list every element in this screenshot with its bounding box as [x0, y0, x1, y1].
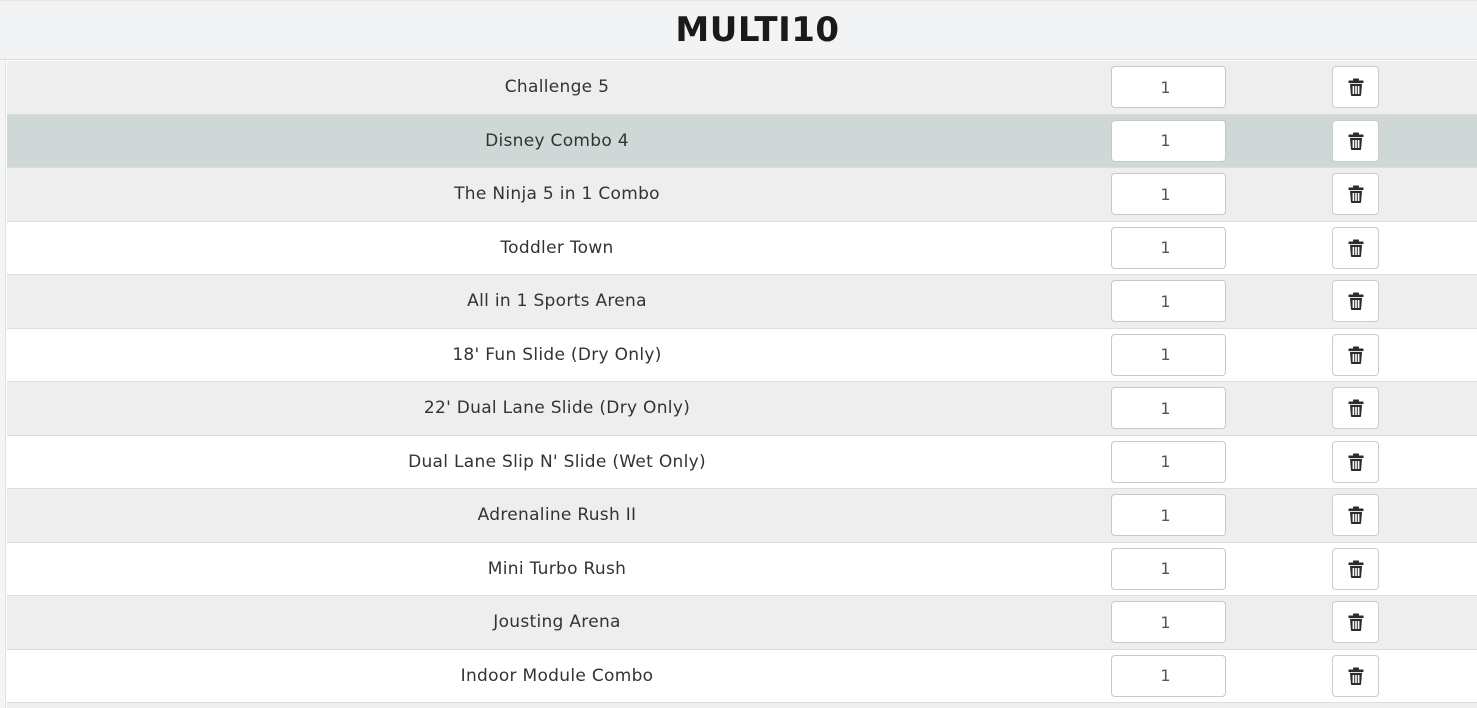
trash-icon: [1348, 292, 1364, 310]
page-title: MULTI10: [675, 10, 840, 50]
item-name: Disney Combo 4: [485, 130, 629, 151]
list-item: Challenge 5: [7, 61, 1477, 115]
list-item: 22' Dual Lane Slide (Dry Only): [7, 382, 1477, 436]
item-name: The Ninja 5 in 1 Combo: [454, 184, 660, 205]
delete-button[interactable]: [1332, 654, 1379, 697]
trash-icon: [1348, 346, 1364, 364]
quantity-input[interactable]: [1111, 654, 1226, 697]
quantity-input[interactable]: [1111, 119, 1226, 162]
left-edge-divider: [0, 60, 6, 708]
item-name: All in 1 Sports Arena: [467, 291, 647, 312]
list-item: The Ninja 5 in 1 Combo: [7, 168, 1477, 222]
delete-button[interactable]: [1332, 173, 1379, 215]
delete-button[interactable]: [1332, 547, 1379, 590]
quantity-input[interactable]: [1111, 173, 1226, 215]
list-item: Toddler Town: [7, 221, 1477, 275]
delete-button[interactable]: [1332, 119, 1379, 162]
quantity-input[interactable]: [1111, 280, 1226, 322]
delete-button[interactable]: [1332, 387, 1379, 429]
item-name: Jousting Arena: [493, 612, 621, 633]
trash-icon: [1348, 132, 1364, 150]
quantity-input[interactable]: [1111, 387, 1226, 429]
next-row-edge: [7, 703, 1477, 708]
item-name: Dual Lane Slip N' Slide (Wet Only): [408, 451, 706, 472]
quantity-input[interactable]: [1111, 494, 1226, 536]
delete-button[interactable]: [1332, 226, 1379, 269]
quantity-input[interactable]: [1111, 547, 1226, 590]
quantity-input[interactable]: [1111, 601, 1226, 643]
item-list: Challenge 5 Disney Combo 4 The Ninja 5 in …: [7, 61, 1477, 703]
trash-icon: [1348, 239, 1364, 257]
list-item: 18' Fun Slide (Dry Only): [7, 328, 1477, 382]
delete-button[interactable]: [1332, 66, 1379, 108]
list-item: Jousting Arena: [7, 596, 1477, 650]
trash-icon: [1348, 453, 1364, 471]
list-item: Dual Lane Slip N' Slide (Wet Only): [7, 435, 1477, 489]
list-item: Indoor Module Combo: [7, 649, 1477, 703]
item-name: Indoor Module Combo: [460, 665, 654, 686]
trash-icon: [1348, 667, 1364, 685]
item-name: Adrenaline Rush II: [477, 505, 637, 526]
trash-icon: [1348, 185, 1364, 203]
quantity-input[interactable]: [1111, 66, 1226, 108]
item-name: Toddler Town: [500, 237, 614, 258]
delete-button[interactable]: [1332, 440, 1379, 483]
item-name: Challenge 5: [504, 77, 610, 98]
item-name: 22' Dual Lane Slide (Dry Only): [423, 398, 691, 419]
delete-button[interactable]: [1332, 280, 1379, 322]
trash-icon: [1348, 613, 1364, 631]
trash-icon: [1348, 506, 1364, 524]
quantity-input[interactable]: [1111, 226, 1226, 269]
list-item: Mini Turbo Rush: [7, 542, 1477, 596]
list-item: Adrenaline Rush II: [7, 489, 1477, 543]
item-name: Mini Turbo Rush: [487, 558, 627, 579]
delete-button[interactable]: [1332, 601, 1379, 643]
trash-icon: [1348, 399, 1364, 417]
trash-icon: [1348, 78, 1364, 96]
page: MULTI10 Challenge 5 Disney Combo 4 The Nin…: [0, 0, 1477, 708]
delete-button[interactable]: [1332, 333, 1379, 376]
quantity-input[interactable]: [1111, 440, 1226, 483]
list-item: All in 1 Sports Arena: [7, 275, 1477, 329]
delete-button[interactable]: [1332, 494, 1379, 536]
item-name: 18' Fun Slide (Dry Only): [452, 344, 662, 365]
list-item: Disney Combo 4: [7, 114, 1477, 168]
quantity-input[interactable]: [1111, 333, 1226, 376]
trash-icon: [1348, 560, 1364, 578]
header-bar: MULTI10: [0, 0, 1477, 60]
